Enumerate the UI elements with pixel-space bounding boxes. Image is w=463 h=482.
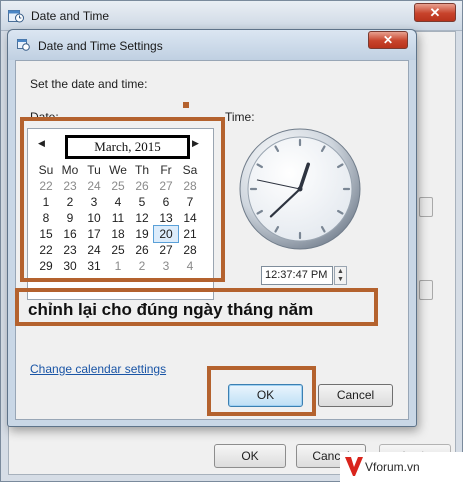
time-label: Time: — [225, 110, 255, 124]
change-calendar-settings-link[interactable]: Change calendar settings — [30, 362, 166, 376]
time-input[interactable]: 12:37:47 PM — [261, 266, 333, 285]
time-spinner[interactable]: ▲ ▼ — [334, 266, 347, 285]
cancel-button[interactable]: Cancel — [318, 384, 393, 407]
calendar-clock-icon — [8, 10, 24, 23]
highlight-marker — [181, 100, 191, 110]
annotation-text: chỉnh lại cho đúng ngày tháng năm — [28, 300, 314, 319]
outer-window-title: Date and Time — [31, 9, 110, 23]
outer-title-bar[interactable]: Date and Time ✕ — [1, 1, 462, 31]
calendar-highlight-frame — [20, 117, 225, 282]
watermark: Vforum.vn — [340, 452, 463, 482]
spin-up-icon[interactable]: ▲ — [337, 268, 344, 276]
outer-close-button[interactable]: ✕ — [414, 3, 456, 22]
dialog-close-button[interactable]: ✕ — [368, 31, 408, 49]
ok-button[interactable]: OK — [228, 384, 303, 407]
outer-hidden-button — [419, 197, 433, 217]
outer-ok-button[interactable]: OK — [214, 444, 286, 468]
dialog-title: Date and Time Settings — [38, 39, 163, 53]
calendar-clock-icon — [17, 39, 30, 51]
vforum-logo-icon — [345, 457, 363, 476]
analog-clock — [239, 128, 361, 250]
dialog-title-bar[interactable]: Date and Time Settings ✕ — [8, 30, 416, 60]
instruction-label: Set the date and time: — [30, 77, 148, 91]
outer-hidden-button — [419, 280, 433, 300]
spin-down-icon[interactable]: ▼ — [337, 276, 344, 284]
watermark-text: Vforum.vn — [365, 460, 420, 474]
